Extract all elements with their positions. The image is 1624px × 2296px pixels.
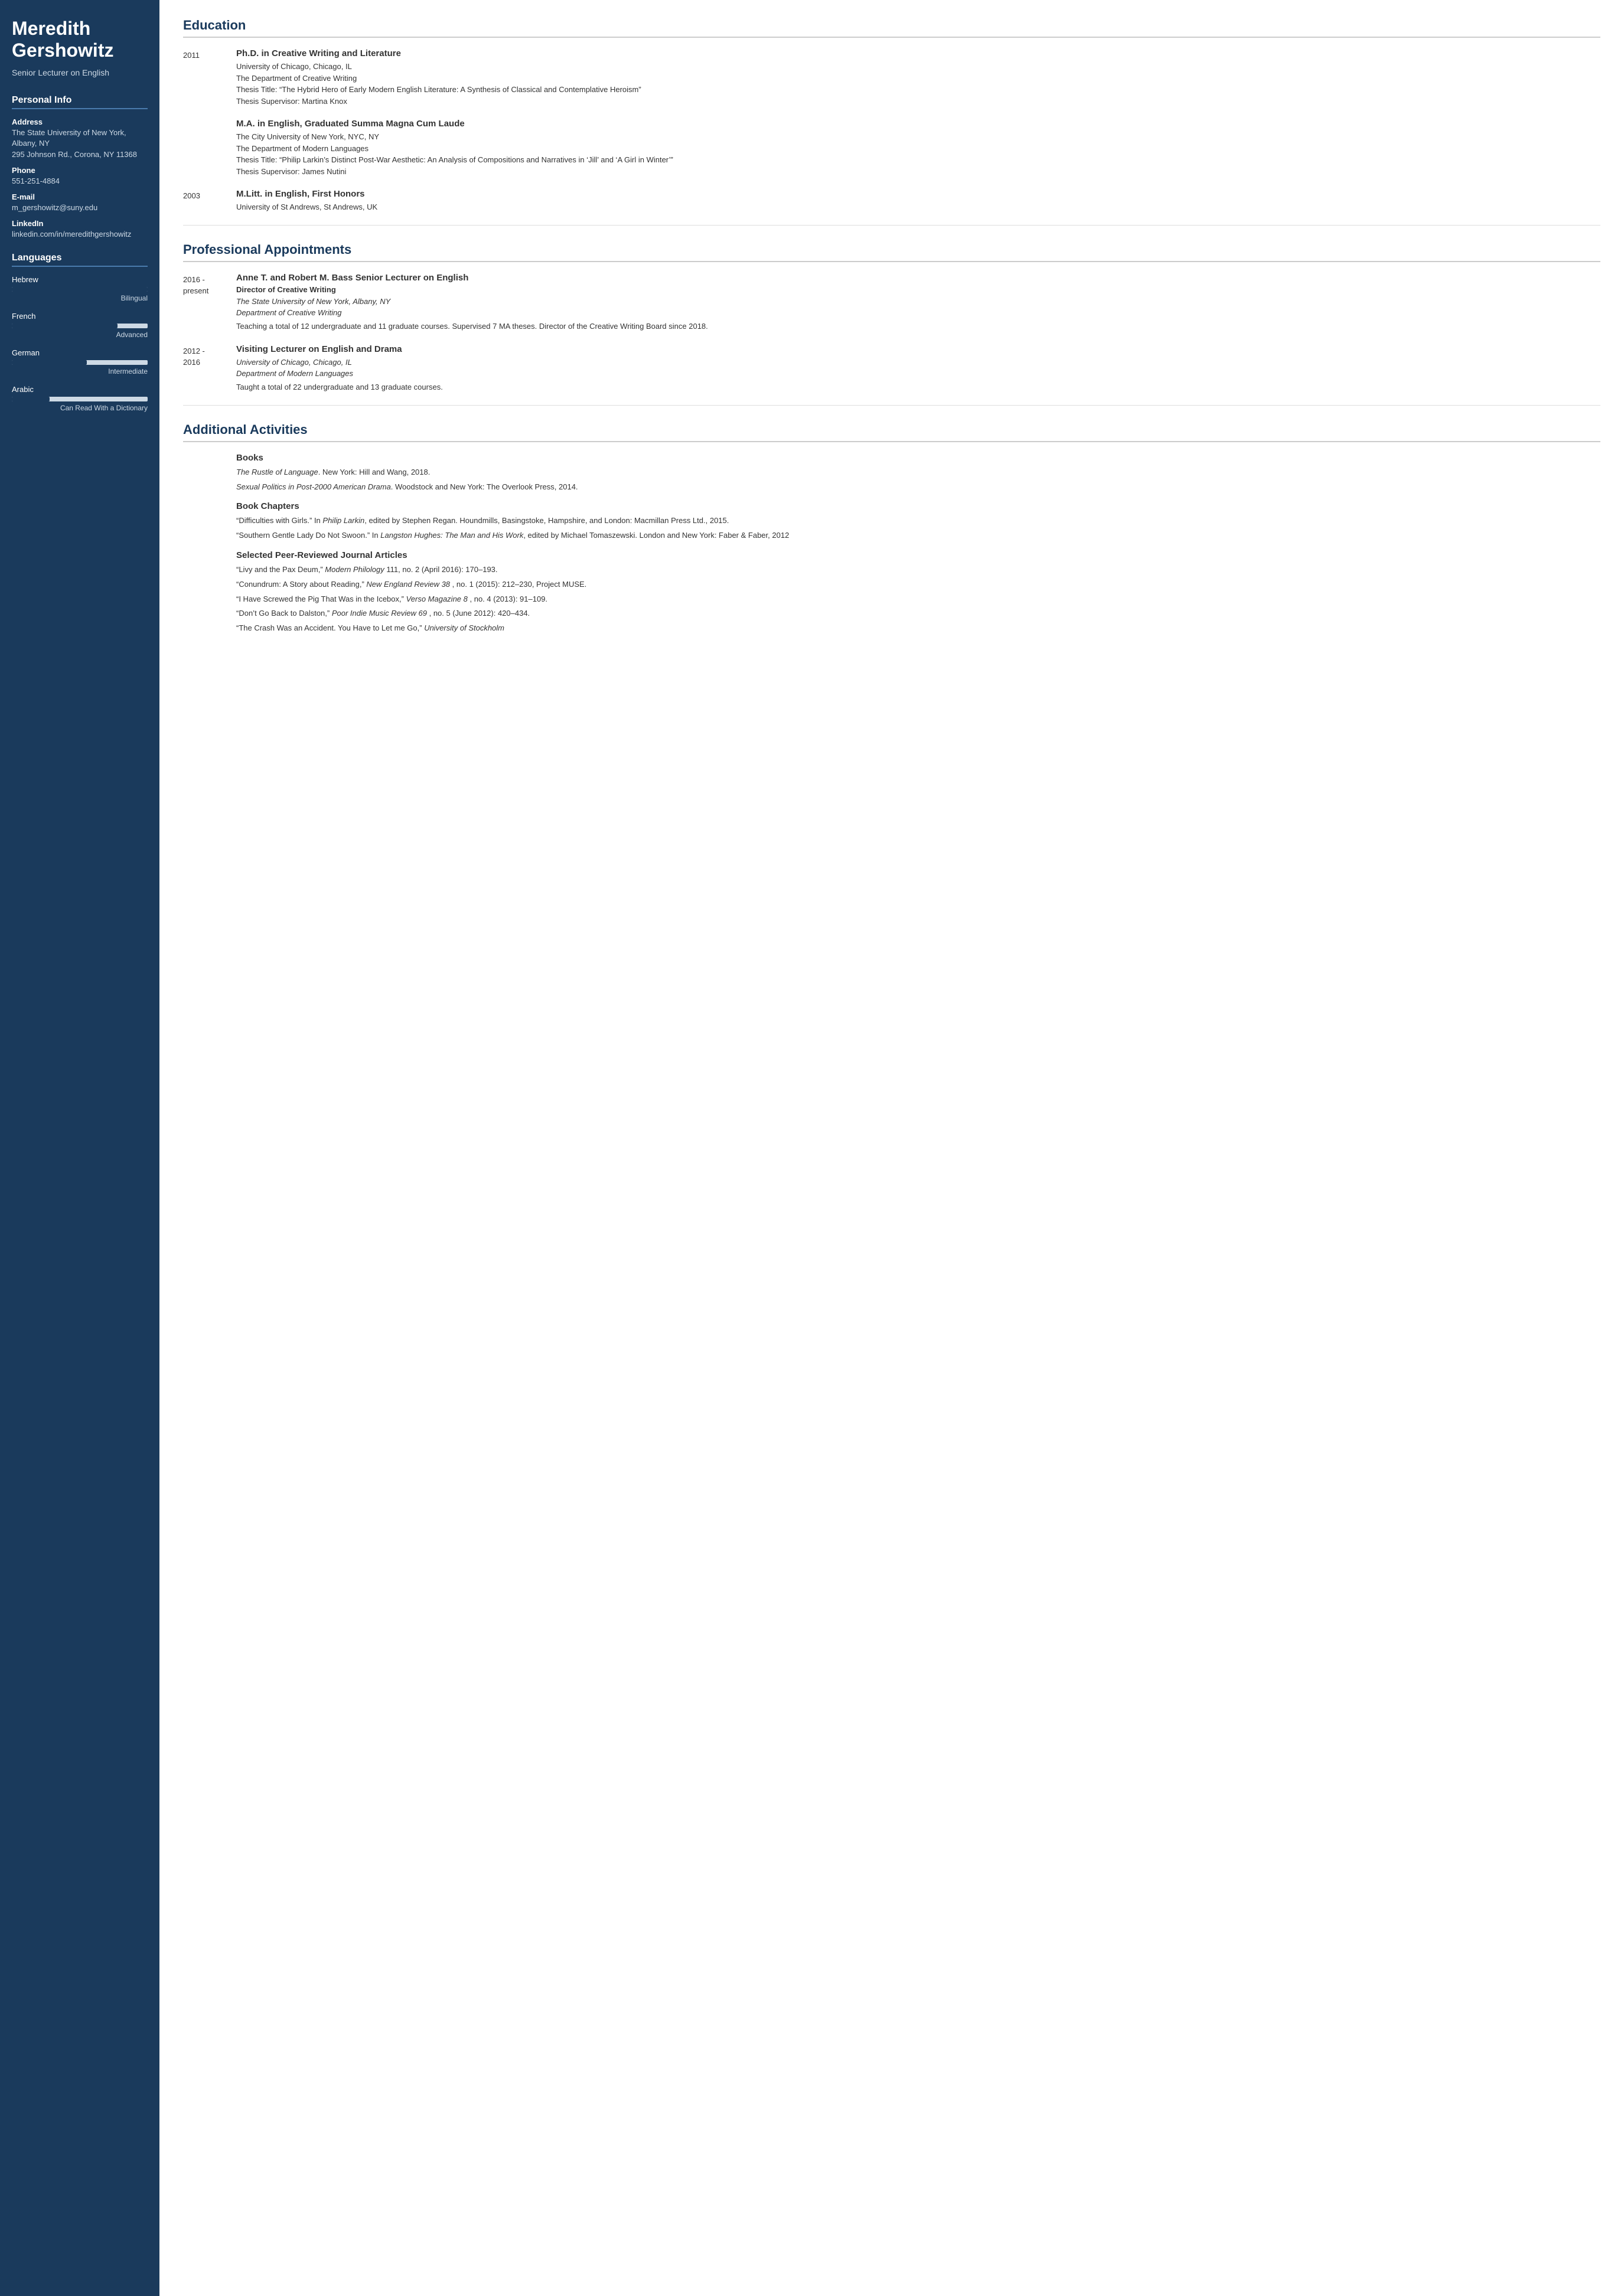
lang-item: Hebrew Bilingual	[12, 275, 148, 302]
entry-title: Ph.D. in Creative Writing and Literature	[236, 48, 1600, 58]
lang-bar-bg	[12, 360, 148, 365]
entry-line: University of St Andrews, St Andrews, UK	[236, 201, 1600, 213]
education-entry: 2003M.Litt. in English, First Honors Univ…	[183, 189, 1600, 213]
lang-level: Bilingual	[12, 294, 148, 302]
professional-entries: 2016 - presentAnne T. and Robert M. Bass…	[183, 273, 1600, 393]
entry-year: 2003	[183, 189, 236, 213]
entry-line-plain: Teaching a total of 12 undergraduate and…	[236, 321, 1600, 332]
address-label: Address	[12, 117, 148, 126]
email-label: E-mail	[12, 192, 148, 201]
entry-line: The Department of Creative Writing	[236, 73, 1600, 84]
entry-body: M.A. in English, Graduated Summa Magna C…	[236, 119, 1600, 177]
lang-name: French	[12, 312, 148, 321]
sidebar: Meredith Gershowitz Senior Lecturer on E…	[0, 0, 159, 2296]
chapter-entry: “Difficulties with Girls.” In Philip Lar…	[236, 515, 1600, 527]
entry-line: The Department of Modern Languages	[236, 143, 1600, 155]
activities-content: Books The Rustle of Language. New York: …	[183, 453, 1600, 635]
entry-line-italic: Department of Modern Languages	[236, 368, 1600, 380]
article-entry: “Don’t Go Back to Dalston,” Poor Indie M…	[236, 608, 1600, 620]
lang-level: Advanced	[12, 331, 148, 339]
languages-section-title: Languages	[12, 253, 148, 267]
entry-line: Thesis Title: “Philip Larkin’s Distinct …	[236, 154, 1600, 166]
entry-title: M.Litt. in English, First Honors	[236, 189, 1600, 199]
entry-line-italic: University of Chicago, Chicago, IL	[236, 357, 1600, 368]
entry-line: Thesis Title: “The Hybrid Hero of Early …	[236, 84, 1600, 96]
books-subtitle: Books	[236, 453, 1600, 463]
entry-line: University of Chicago, Chicago, IL	[236, 61, 1600, 73]
entry-body: Ph.D. in Creative Writing and Literature…	[236, 48, 1600, 107]
entry-body: M.Litt. in English, First Honors Universi…	[236, 189, 1600, 213]
entry-body: Visiting Lecturer on English and Drama Un…	[236, 344, 1600, 393]
candidate-name: Meredith Gershowitz	[12, 18, 148, 61]
lang-bar-bg	[12, 397, 148, 401]
entry-line: The City University of New York, NYC, NY	[236, 131, 1600, 143]
entry-year: 2016 - present	[183, 273, 236, 332]
lang-bar-bg	[12, 324, 148, 328]
lang-level: Intermediate	[12, 367, 148, 375]
entry-line-italic: The State University of New York, Albany…	[236, 296, 1600, 308]
lang-bar-fill	[12, 324, 118, 328]
job-entry: 2012 - 2016Visiting Lecturer on English …	[183, 344, 1600, 393]
phone-label: Phone	[12, 166, 148, 175]
phone-value: 551-251-4884	[12, 176, 148, 187]
entry-line-italic: Department of Creative Writing	[236, 307, 1600, 319]
entry-body: Anne T. and Robert M. Bass Senior Lectur…	[236, 273, 1600, 332]
lang-item: Arabic Can Read With a Dictionary	[12, 385, 148, 412]
entry-title: M.A. in English, Graduated Summa Magna C…	[236, 119, 1600, 129]
lang-item: German Intermediate	[12, 348, 148, 375]
lang-level: Can Read With a Dictionary	[12, 404, 148, 412]
entry-line-plain: Taught a total of 22 undergraduate and 1…	[236, 381, 1600, 393]
entry-year	[183, 119, 236, 177]
entry-title: Visiting Lecturer on English and Drama	[236, 344, 1600, 354]
lang-bar-bg	[12, 287, 148, 292]
main-content: Education 2011Ph.D. in Creative Writing …	[159, 0, 1624, 2296]
languages-section: Languages Hebrew Bilingual French Advanced G…	[12, 253, 148, 412]
education-entry: M.A. in English, Graduated Summa Magna C…	[183, 119, 1600, 177]
article-entry: “Conundrum: A Story about Reading,” New …	[236, 579, 1600, 591]
book-entry: The Rustle of Language. New York: Hill a…	[236, 466, 1600, 479]
divider-professional	[183, 225, 1600, 226]
book-entry: Sexual Politics in Post-2000 American Dr…	[236, 481, 1600, 494]
article-entry: “Livy and the Pax Deum,” Modern Philolog…	[236, 564, 1600, 576]
education-entry: 2011Ph.D. in Creative Writing and Litera…	[183, 48, 1600, 107]
entry-line: Thesis Supervisor: Martina Knox	[236, 96, 1600, 107]
candidate-title: Senior Lecturer on English	[12, 67, 148, 79]
entry-year: 2011	[183, 48, 236, 107]
chapters-list: “Difficulties with Girls.” In Philip Lar…	[236, 515, 1600, 542]
personal-info: Address The State University of New York…	[12, 117, 148, 240]
lang-name: German	[12, 348, 148, 357]
lang-bar-fill	[12, 397, 50, 401]
chapter-entry: “Southern Gentle Lady Do Not Swoon.” In …	[236, 530, 1600, 542]
email-value: m_gershowitz@suny.edu	[12, 203, 148, 213]
education-section-title: Education	[183, 18, 1600, 38]
chapters-subtitle: Book Chapters	[236, 501, 1600, 511]
job-entry: 2016 - presentAnne T. and Robert M. Bass…	[183, 273, 1600, 332]
divider-activities	[183, 405, 1600, 406]
lang-name: Hebrew	[12, 275, 148, 284]
entry-line: Thesis Supervisor: James Nutini	[236, 166, 1600, 178]
address-line2: Albany, NY	[12, 138, 148, 149]
article-entry: “I Have Screwed the Pig That Was in the …	[236, 593, 1600, 606]
activities-section-title: Additional Activities	[183, 422, 1600, 442]
address-line3: 295 Johnson Rd., Corona, NY 11368	[12, 149, 148, 160]
lang-item: French Advanced	[12, 312, 148, 339]
address-line1: The State University of New York,	[12, 128, 148, 138]
linkedin-value: linkedin.com/in/meredithgershowitz	[12, 229, 148, 240]
personal-info-section-title: Personal Info	[12, 95, 148, 109]
article-entry: “The Crash Was an Accident. You Have to …	[236, 622, 1600, 635]
entry-title: Anne T. and Robert M. Bass Senior Lectur…	[236, 273, 1600, 283]
lang-name: Arabic	[12, 385, 148, 394]
education-entries: 2011Ph.D. in Creative Writing and Litera…	[183, 48, 1600, 213]
linkedin-label: LinkedIn	[12, 219, 148, 228]
professional-section-title: Professional Appointments	[183, 242, 1600, 262]
articles-list: “Livy and the Pax Deum,” Modern Philolog…	[236, 564, 1600, 635]
entry-subtitle-bold: Director of Creative Writing	[236, 285, 1600, 294]
entry-year: 2012 - 2016	[183, 344, 236, 393]
books-list: The Rustle of Language. New York: Hill a…	[236, 466, 1600, 494]
lang-bar-fill	[12, 360, 87, 365]
lang-bar-fill	[12, 287, 148, 292]
articles-subtitle: Selected Peer-Reviewed Journal Articles	[236, 550, 1600, 560]
